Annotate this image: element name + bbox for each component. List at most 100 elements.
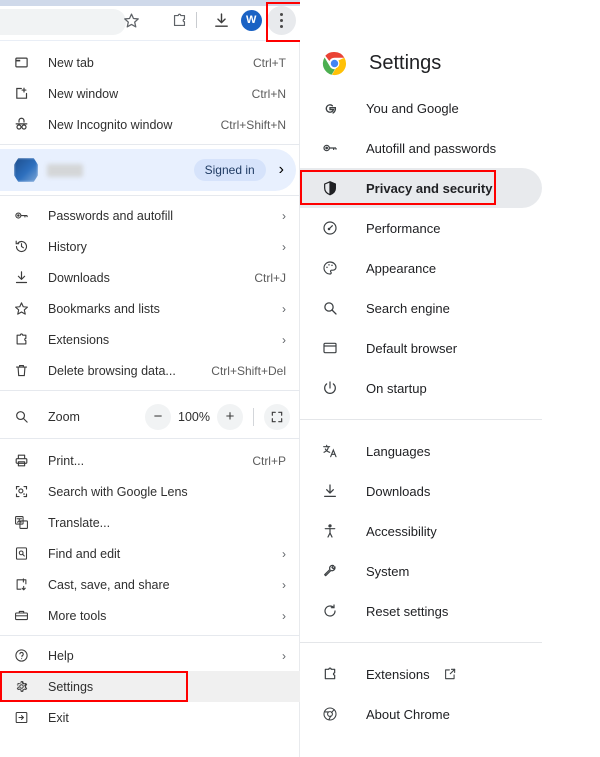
downloads-icon[interactable]: [206, 5, 236, 35]
zoom-out-button[interactable]: −: [145, 403, 171, 430]
fullscreen-icon[interactable]: [264, 403, 290, 430]
kebab-glyph: [266, 5, 296, 35]
sidebar-item-appearance[interactable]: Appearance: [300, 248, 542, 288]
cast-share-icon: [14, 577, 38, 592]
toolbar-divider: [196, 12, 197, 28]
menu-item-find-and-edit[interactable]: Find and edit ›: [0, 538, 300, 569]
browser-window-icon: [322, 340, 344, 356]
sidebar-item-label: Autofill and passwords: [366, 140, 497, 156]
bookmark-star-icon[interactable]: [116, 5, 146, 35]
menu-item-exit[interactable]: Exit: [0, 702, 300, 733]
menu-item-cast-save-and-share[interactable]: Cast, save, and share ›: [0, 569, 300, 600]
menu-item-help[interactable]: Help ›: [0, 640, 300, 671]
sidebar-item-search-engine[interactable]: Search engine: [300, 288, 542, 328]
menu-item-extensions[interactable]: Extensions ›: [0, 324, 300, 355]
sidebar-item-you-and-google[interactable]: You and Google: [300, 88, 542, 128]
menu-item-new-window[interactable]: New window Ctrl+N: [0, 78, 300, 109]
incognito-icon: [14, 117, 38, 132]
menu-item-bookmarks-and-lists[interactable]: Bookmarks and lists ›: [0, 293, 300, 324]
menu-item-more-tools[interactable]: More tools ›: [0, 600, 300, 631]
sidebar-item-default-browser[interactable]: Default browser: [300, 328, 542, 368]
chevron-right-icon: ›: [282, 608, 286, 623]
sidebar-item-accessibility[interactable]: Accessibility: [300, 511, 542, 551]
profile-name-redacted: [47, 163, 83, 177]
zoom-row: Zoom − 100% +: [0, 395, 300, 438]
download-icon: [14, 270, 38, 285]
menu-item-label: Extensions: [48, 332, 110, 347]
menu-divider: [0, 144, 300, 145]
sidebar-item-extensions[interactable]: Extensions: [300, 654, 542, 694]
menu-item-downloads[interactable]: Downloads Ctrl+J: [0, 262, 300, 293]
sidebar-item-label: Languages: [366, 443, 431, 459]
page-title: Settings: [369, 51, 442, 74]
menu-item-label: Translate...: [48, 515, 111, 530]
menu-item-label: Search with Google Lens: [48, 484, 188, 499]
search-icon: [322, 300, 344, 316]
menu-item-label: Help: [48, 648, 74, 663]
sidebar-item-languages[interactable]: Languages: [300, 431, 542, 471]
menu-item-label: Delete browsing data...: [48, 363, 176, 378]
sidebar-item-label: Appearance: [366, 260, 437, 276]
omnibox-right-edge: [0, 9, 126, 35]
sidebar-item-autofill-and-passwords[interactable]: Autofill and passwords: [300, 128, 542, 168]
sidebar-item-about-chrome[interactable]: About Chrome: [300, 694, 542, 734]
sidebar-item-label: Default browser: [366, 340, 458, 356]
find-edit-icon: [14, 546, 38, 561]
extensions-puzzle-icon[interactable]: [164, 5, 194, 35]
sidebar-item-privacy-and-security[interactable]: Privacy and security: [300, 168, 542, 208]
menu-item-settings[interactable]: Settings: [0, 671, 300, 702]
menu-item-label: History: [48, 239, 87, 254]
translate-languages-icon: [322, 443, 344, 459]
menu-item-new-incognito-window[interactable]: New Incognito window Ctrl+Shift+N: [0, 109, 300, 140]
menu-item-label: Settings: [48, 679, 94, 694]
avatar[interactable]: W: [236, 5, 266, 35]
menu-body: New tab Ctrl+T New window Ctrl+N New Inc…: [0, 41, 300, 733]
sidebar-item-downloads[interactable]: Downloads: [300, 471, 542, 511]
shield-icon: [322, 180, 344, 196]
menu-item-label: Downloads: [48, 270, 110, 285]
gear-icon: [14, 679, 38, 694]
wrench-icon: [322, 563, 344, 579]
menu-item-label: New window: [48, 86, 119, 101]
sidebar-item-label: Performance: [366, 220, 441, 236]
sidebar-item-label: Search engine: [366, 300, 450, 316]
menu-item-accelerator: Ctrl+J: [254, 270, 286, 285]
chrome-three-dot-menu-panel: W New tab Ctrl+T New window Ctrl+N New I…: [0, 0, 300, 757]
sidebar-item-label: Extensions: [366, 666, 430, 682]
settings-sidebar-panel: Settings You and Google Autofill and pas…: [300, 0, 600, 757]
menu-item-delete-browsing-data[interactable]: Delete browsing data... Ctrl+Shift+Del: [0, 355, 300, 386]
menu-item-translate[interactable]: Translate...: [0, 507, 300, 538]
profile-avatar: [14, 158, 38, 182]
key-icon: [322, 140, 344, 156]
three-dot-menu-icon[interactable]: [266, 5, 296, 35]
sidebar-item-reset-settings[interactable]: Reset settings: [300, 591, 542, 631]
more-tools-icon: [14, 608, 38, 623]
zoom-in-button[interactable]: +: [217, 403, 243, 430]
sidebar-item-performance[interactable]: Performance: [300, 208, 542, 248]
printer-icon: [14, 453, 38, 468]
menu-item-label: Bookmarks and lists: [48, 301, 160, 316]
translate-icon: [14, 515, 38, 530]
sidebar-item-on-startup[interactable]: On startup: [300, 368, 542, 408]
chevron-right-icon: ›: [282, 332, 286, 347]
palette-icon: [322, 260, 344, 276]
zoom-magnifier-icon: [14, 409, 38, 424]
reset-icon: [322, 603, 344, 619]
menu-divider: [0, 635, 300, 636]
menu-item-search-with-google-lens[interactable]: Search with Google Lens: [0, 476, 300, 507]
key-icon: [14, 208, 38, 223]
zoom-level: 100%: [178, 409, 210, 424]
open-in-new-icon[interactable]: [443, 667, 457, 681]
menu-item-print[interactable]: Print... Ctrl+P: [0, 445, 300, 476]
accessibility-icon: [322, 523, 344, 539]
menu-item-passwords-and-autofill[interactable]: Passwords and autofill ›: [0, 200, 300, 231]
menu-item-label: Passwords and autofill: [48, 208, 174, 223]
power-icon: [322, 380, 344, 396]
chevron-right-icon: ›: [282, 577, 286, 592]
menu-item-history[interactable]: History ›: [0, 231, 300, 262]
profile-row[interactable]: Signed in ›: [0, 149, 296, 191]
sidebar-item-system[interactable]: System: [300, 551, 542, 591]
menu-item-accelerator: Ctrl+Shift+N: [220, 117, 286, 132]
menu-item-new-tab[interactable]: New tab Ctrl+T: [0, 47, 300, 78]
menu-item-accelerator: Ctrl+N: [251, 86, 286, 101]
